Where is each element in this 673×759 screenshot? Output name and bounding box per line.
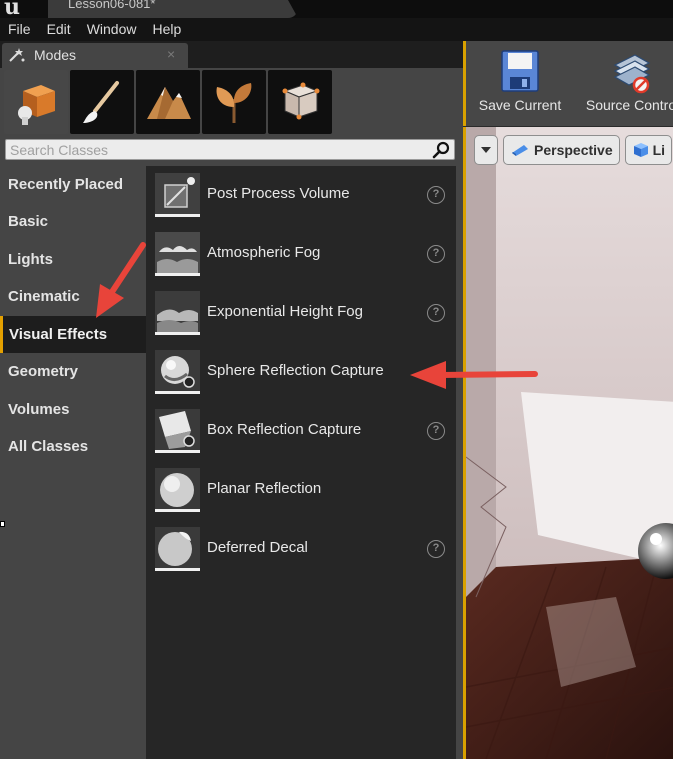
landscape-mode-button[interactable] — [136, 70, 200, 134]
perspective-icon — [512, 145, 528, 156]
title-bar: u Lesson06-081* — [0, 0, 673, 20]
menu-edit[interactable]: Edit — [39, 18, 79, 41]
asset-label: Sphere Reflection Capture — [207, 362, 384, 379]
search-classes-box — [5, 139, 455, 160]
asset-label: Atmospheric Fog — [207, 244, 321, 261]
deferred-decal-icon — [155, 527, 200, 571]
asset-label: Box Reflection Capture — [207, 421, 362, 438]
lit-cube-icon — [633, 143, 648, 157]
place-mode-button[interactable] — [4, 70, 68, 134]
viewport-controls: Perspective Li — [474, 135, 673, 165]
asset-row-exponential-height-fog[interactable]: Exponential Height Fog ? — [146, 284, 456, 342]
save-current-button[interactable]: Save Current — [472, 49, 568, 113]
search-classes-input[interactable] — [10, 140, 420, 159]
unreal-logo-icon: u — [4, 0, 20, 20]
level-editor-area: Save Current Source Contro Perspective L… — [463, 41, 673, 759]
post-process-volume-icon — [155, 173, 200, 217]
category-all-classes[interactable]: All Classes — [0, 428, 146, 465]
asset-row-deferred-decal[interactable]: Deferred Decal ? — [146, 520, 456, 578]
category-list: Recently Placed Basic Lights Cinematic V… — [0, 166, 146, 759]
box-reflection-capture-icon — [155, 409, 200, 453]
source-control-button[interactable]: Source Contro — [576, 49, 673, 113]
viewport-scene — [466, 127, 673, 759]
asset-row-atmospheric-fog[interactable]: Atmospheric Fog ? — [146, 225, 456, 283]
menu-bar: File Edit Window Help — [0, 18, 673, 41]
modes-tab[interactable]: Modes × — [2, 43, 188, 68]
category-volumes[interactable]: Volumes — [0, 391, 146, 428]
foliage-mode-button[interactable] — [202, 70, 266, 134]
save-current-label: Save Current — [478, 97, 562, 113]
asset-label: Post Process Volume — [207, 185, 350, 202]
lit-label: Li — [652, 142, 666, 158]
category-recently-placed[interactable]: Recently Placed — [0, 166, 146, 203]
perspective-label: Perspective — [534, 142, 613, 158]
asset-row-planar-reflection[interactable]: Planar Reflection — [146, 461, 456, 519]
level-viewport[interactable]: Perspective Li — [463, 127, 673, 759]
document-tab-title: Lesson06-081* — [68, 0, 156, 11]
landscape-mountain-icon — [147, 87, 191, 119]
exponential-height-fog-icon — [155, 291, 200, 335]
asset-label: Exponential Height Fog — [207, 303, 363, 320]
modes-panel: Modes × Search Classes Recently Placed B… — [0, 41, 463, 759]
perspective-button[interactable]: Perspective — [503, 135, 620, 165]
lit-button[interactable]: Li — [624, 135, 673, 165]
resize-handle[interactable] — [0, 521, 5, 527]
help-icon[interactable]: ? — [427, 245, 445, 263]
modes-wand-icon — [9, 48, 25, 62]
source-control-label: Source Contro — [585, 97, 673, 113]
viewport-options-button[interactable] — [474, 135, 498, 165]
document-tab[interactable]: Lesson06-081* — [48, 0, 298, 18]
foliage-leaf-icon — [216, 83, 252, 123]
geometry-mode-button[interactable] — [268, 70, 332, 134]
source-control-icon — [613, 54, 651, 94]
asset-label: Planar Reflection — [207, 480, 322, 497]
mode-buttons — [4, 70, 332, 134]
paint-brush-icon — [83, 81, 119, 123]
paint-mode-button[interactable] — [70, 70, 134, 134]
close-icon[interactable]: × — [167, 46, 175, 62]
chevron-down-icon — [481, 147, 491, 153]
asset-list: Post Process Volume ? Atmospheric Fog ? — [146, 166, 456, 759]
help-icon[interactable]: ? — [427, 304, 445, 322]
category-visual-effects[interactable]: Visual Effects — [0, 316, 146, 353]
help-icon[interactable]: ? — [427, 422, 445, 440]
category-cinematic[interactable]: Cinematic — [0, 278, 146, 315]
place-mode-icon — [18, 85, 55, 125]
search-icon[interactable] — [432, 141, 450, 159]
asset-row-post-process-volume[interactable]: Post Process Volume ? — [146, 166, 456, 224]
atmospheric-fog-icon — [155, 232, 200, 276]
category-lights[interactable]: Lights — [0, 241, 146, 278]
category-geometry[interactable]: Geometry — [0, 353, 146, 390]
sphere-reflection-capture-icon — [155, 350, 200, 394]
asset-row-box-reflection-capture[interactable]: Box Reflection Capture ? — [146, 402, 456, 460]
menu-window[interactable]: Window — [79, 18, 145, 41]
help-icon[interactable]: ? — [427, 186, 445, 204]
help-icon[interactable]: ? — [427, 540, 445, 558]
main-toolbar: Save Current Source Contro — [463, 41, 673, 126]
menu-help[interactable]: Help — [144, 18, 189, 41]
modes-body: Recently Placed Basic Lights Cinematic V… — [0, 68, 463, 759]
planar-reflection-icon — [155, 468, 200, 512]
geometry-cube-icon — [282, 82, 320, 120]
menu-file[interactable]: File — [0, 18, 39, 41]
asset-label: Deferred Decal — [207, 539, 308, 556]
category-basic[interactable]: Basic — [0, 203, 146, 240]
asset-row-sphere-reflection-capture[interactable]: Sphere Reflection Capture — [146, 343, 456, 401]
modes-tab-label: Modes — [34, 47, 77, 63]
save-disk-icon — [501, 50, 539, 92]
